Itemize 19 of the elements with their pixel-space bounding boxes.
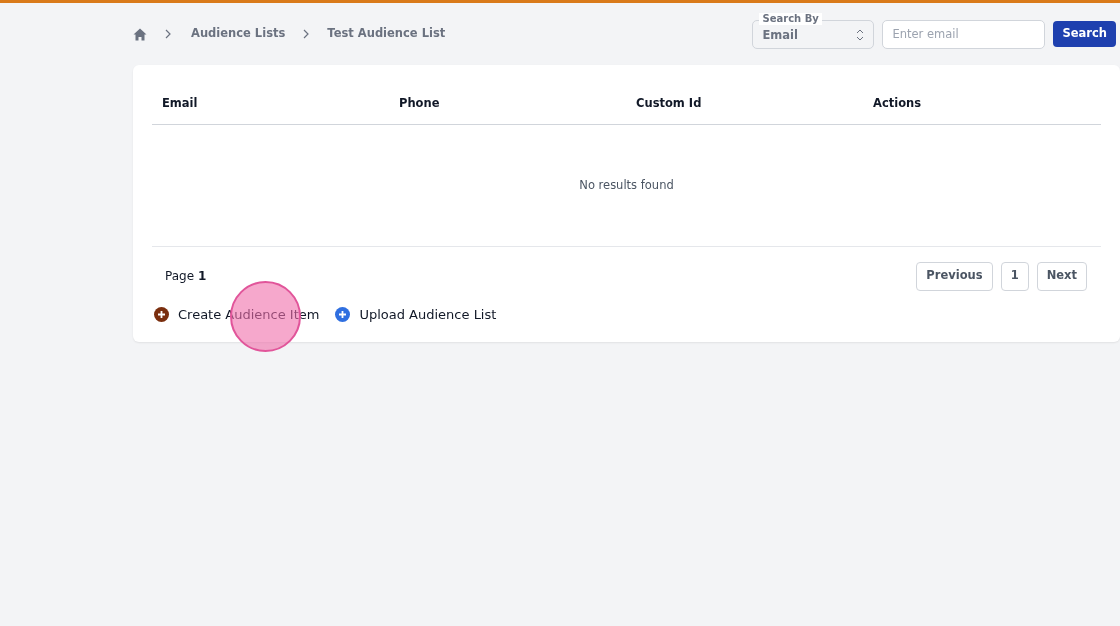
field-label: Search By [759, 12, 822, 25]
column-header: Actions [872, 95, 923, 113]
chevron-icon [164, 29, 172, 39]
chevron-updown-icon [856, 28, 865, 41]
email-field[interactable]: Enter email [882, 19, 1046, 49]
chevron-icon [302, 29, 311, 39]
column-header: Custom Id [635, 95, 703, 113]
empty-message: No results found [152, 125, 1101, 247]
home-icon[interactable] [133, 27, 147, 41]
breadcrumb-link[interactable]: Test Audience List [327, 25, 446, 43]
search-button[interactable]: Search [1053, 21, 1116, 47]
breadcrumb-link[interactable]: Audience Lists [191, 25, 286, 43]
column-header: Email [161, 95, 199, 113]
page-indicator: Page 1 [165, 268, 207, 285]
page-button[interactable]: 1 [1000, 261, 1029, 291]
next-button[interactable]: Next [1036, 261, 1087, 291]
action-link[interactable]: Upload Audience List [335, 305, 497, 325]
column-header: Phone [398, 95, 441, 113]
previous-button[interactable]: Previous [916, 261, 993, 291]
